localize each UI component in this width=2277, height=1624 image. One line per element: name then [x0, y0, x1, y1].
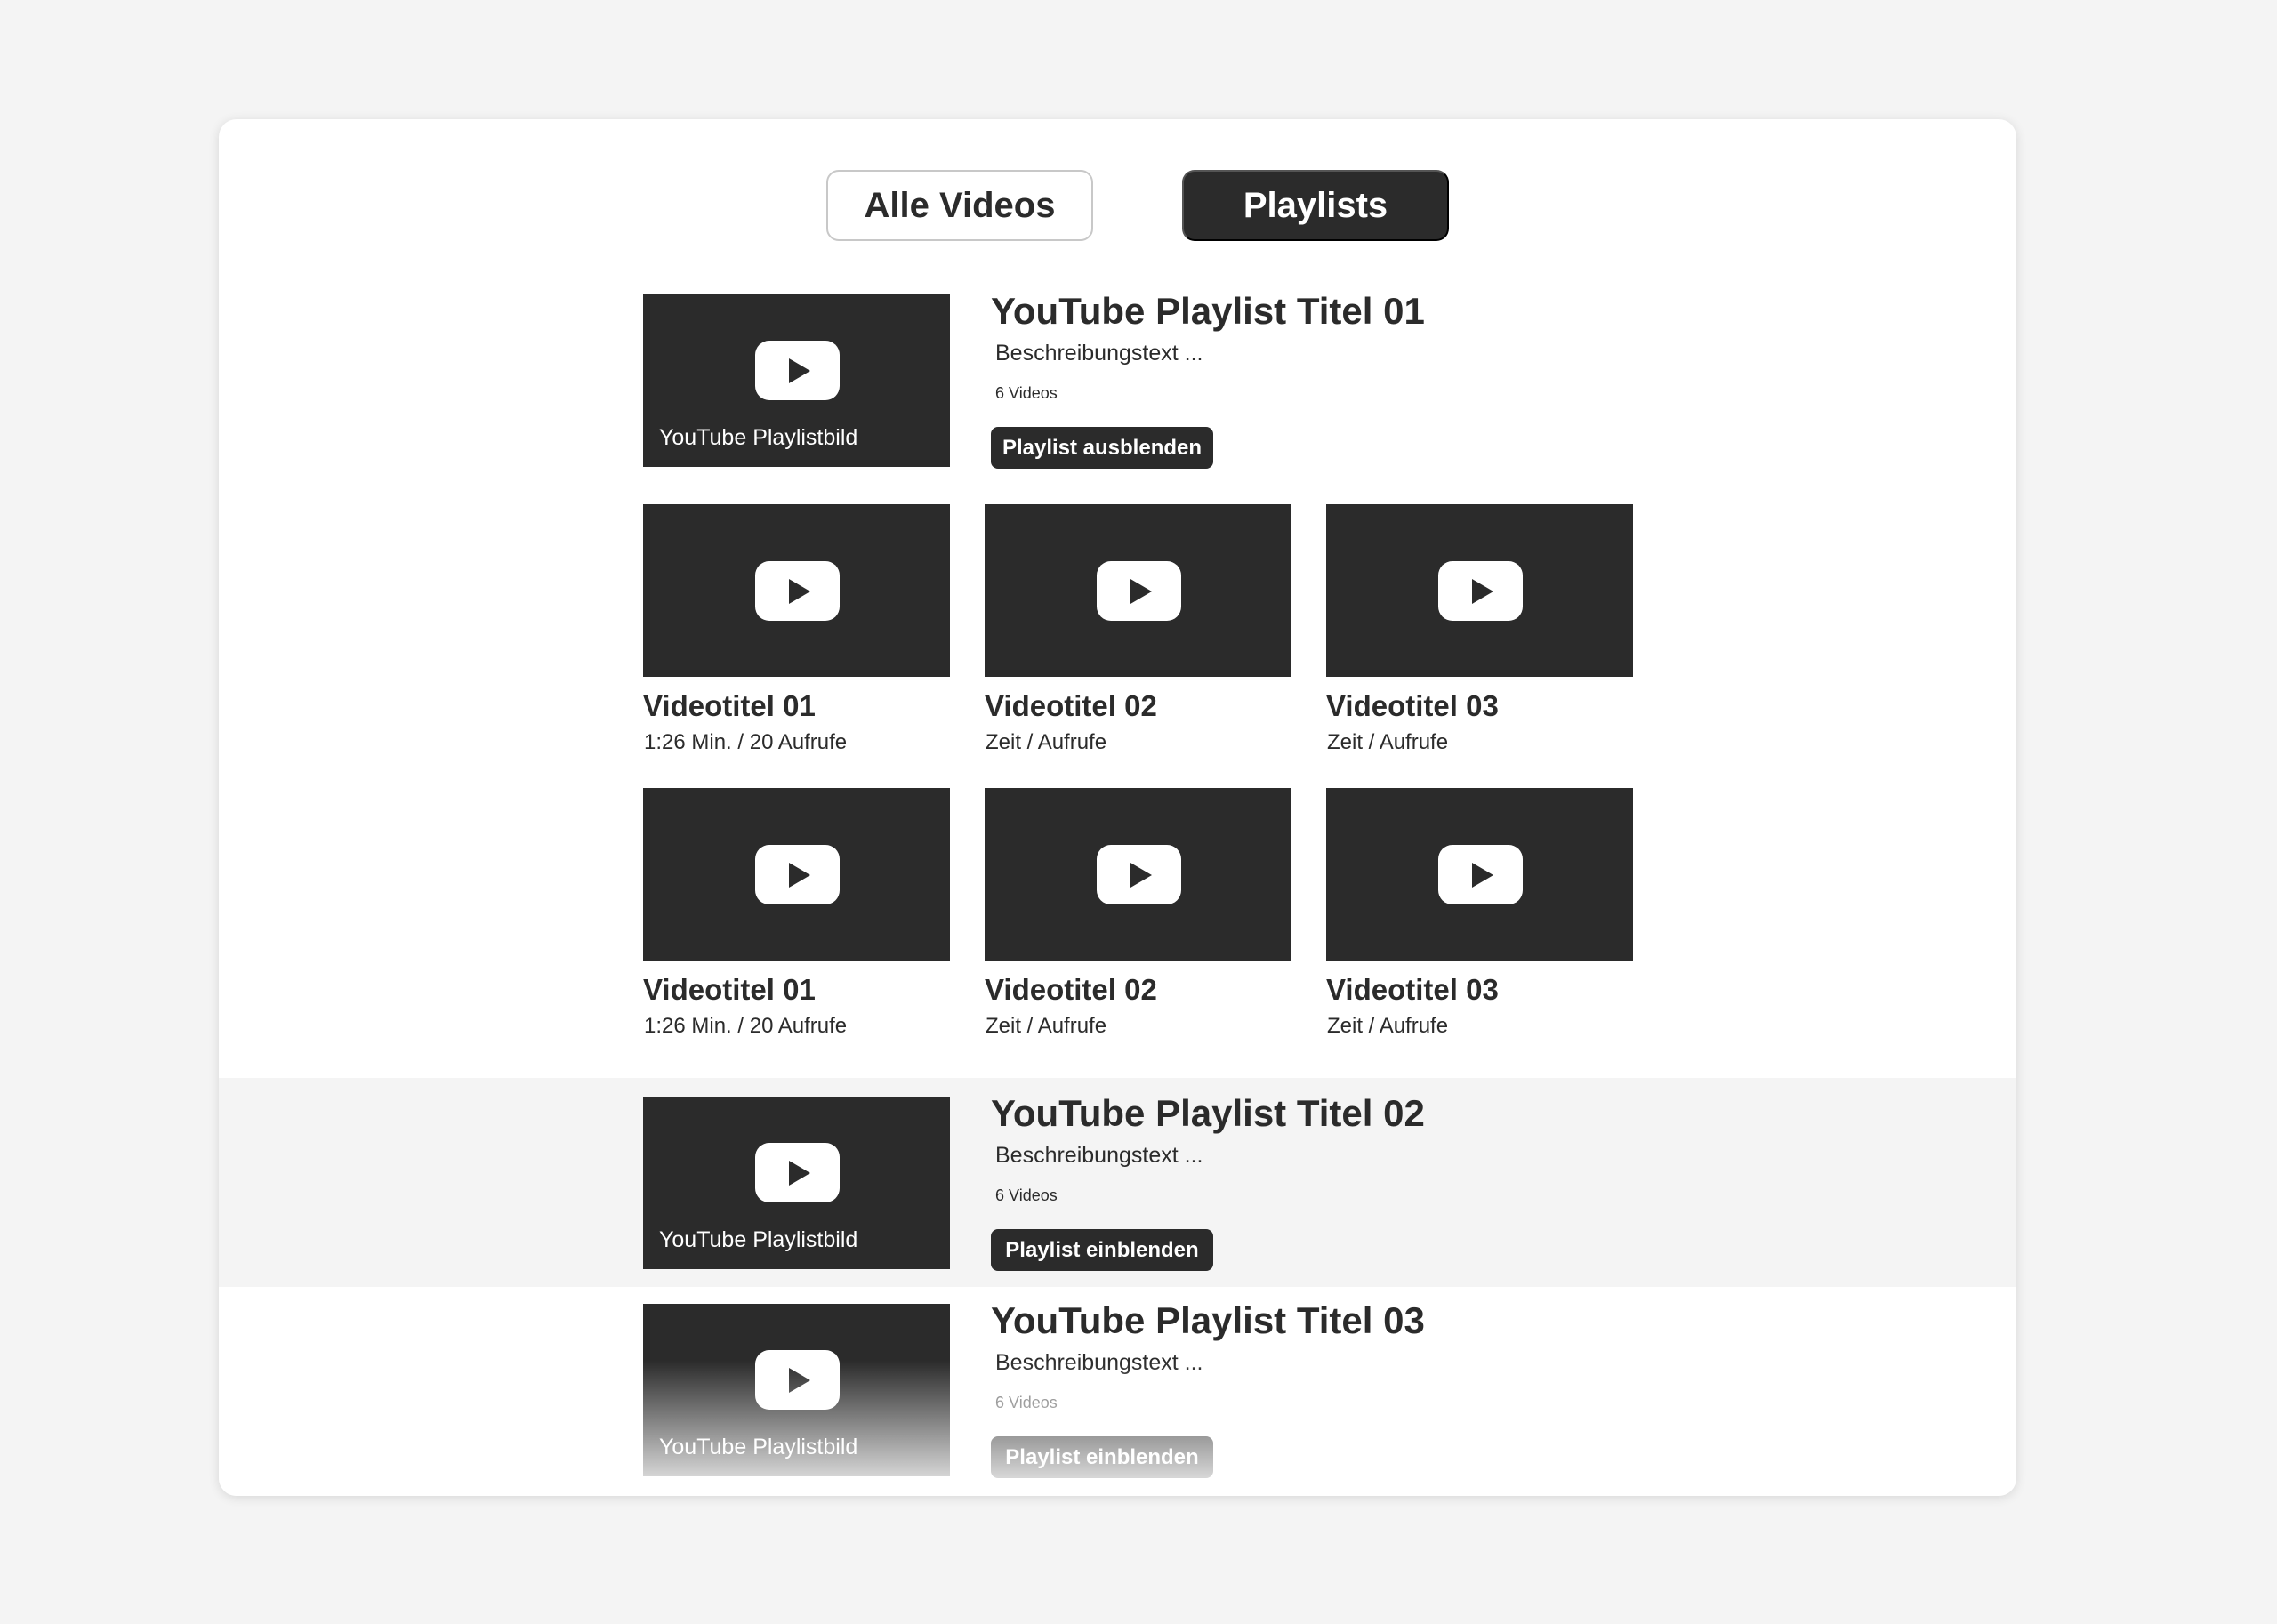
video-meta: Zeit / Aufrufe [1327, 1014, 1449, 1038]
playlist-video-count: 6 Videos [995, 1394, 1058, 1411]
play-icon [1437, 845, 1523, 904]
playlist-thumbnail[interactable]: YouTube Playlistbild [643, 1304, 950, 1476]
playlist-panel: Alle Videos Playlists YouTube Playlistbi… [219, 119, 2016, 1496]
playlist-title: YouTube Playlist Titel 01 [991, 290, 1425, 332]
playlist-title: YouTube Playlist Titel 02 [991, 1092, 1425, 1134]
video-thumbnail[interactable] [1326, 788, 1633, 961]
thumbnail-label: YouTube Playlistbild [659, 1435, 858, 1459]
play-icon [754, 845, 840, 904]
play-icon [754, 561, 840, 621]
video-meta: 1:26 Min. / 20 Aufrufe [644, 1014, 848, 1038]
play-icon [1437, 561, 1523, 621]
video-thumbnail[interactable] [1326, 504, 1633, 677]
show-playlist-button[interactable]: Playlist einblenden [991, 1436, 1213, 1478]
tab-playlists[interactable]: Playlists [1182, 170, 1449, 241]
thumbnail-label: YouTube Playlistbild [659, 1227, 858, 1252]
video-thumbnail[interactable] [643, 504, 950, 677]
play-icon [1096, 845, 1181, 904]
playlist-description: Beschreibungstext ... [995, 1143, 1203, 1168]
video-thumbnail[interactable] [643, 788, 950, 961]
thumbnail-label: YouTube Playlistbild [659, 425, 858, 450]
playlist-03: YouTube Playlistbild YouTube Playlist Ti… [219, 1287, 2016, 1496]
video-thumbnail[interactable] [985, 788, 1291, 961]
show-playlist-button[interactable]: Playlist einblenden [991, 1229, 1213, 1271]
video-meta: Zeit / Aufrufe [986, 1014, 1107, 1038]
video-meta: Zeit / Aufrufe [1327, 730, 1449, 754]
hide-playlist-button[interactable]: Playlist ausblenden [991, 427, 1213, 469]
play-icon [1096, 561, 1181, 621]
playlist-description: Beschreibungstext ... [995, 1350, 1203, 1375]
playlist-description: Beschreibungstext ... [995, 341, 1203, 366]
video-title: Videotitel 01 [643, 689, 816, 722]
playlist-video-count: 6 Videos [995, 1186, 1058, 1204]
playlist-thumbnail[interactable]: YouTube Playlistbild [643, 294, 950, 467]
playlist-video-count: 6 Videos [995, 384, 1058, 402]
playlist-title: YouTube Playlist Titel 03 [991, 1299, 1425, 1341]
play-icon [754, 1350, 840, 1410]
video-meta: Zeit / Aufrufe [986, 730, 1107, 754]
video-meta: 1:26 Min. / 20 Aufrufe [644, 730, 848, 754]
video-title: Videotitel 02 [985, 689, 1157, 722]
playlist-02: YouTube Playlistbild YouTube Playlist Ti… [219, 1078, 2016, 1287]
playlist-thumbnail[interactable]: YouTube Playlistbild [643, 1097, 950, 1269]
video-title: Videotitel 02 [985, 973, 1157, 1006]
video-title: Videotitel 03 [1326, 689, 1499, 722]
play-icon [754, 1143, 840, 1202]
play-icon [754, 341, 840, 400]
video-thumbnail[interactable] [985, 504, 1291, 677]
video-title: Videotitel 03 [1326, 973, 1499, 1006]
video-title: Videotitel 01 [643, 973, 816, 1006]
tab-alle-videos[interactable]: Alle Videos [826, 170, 1093, 241]
